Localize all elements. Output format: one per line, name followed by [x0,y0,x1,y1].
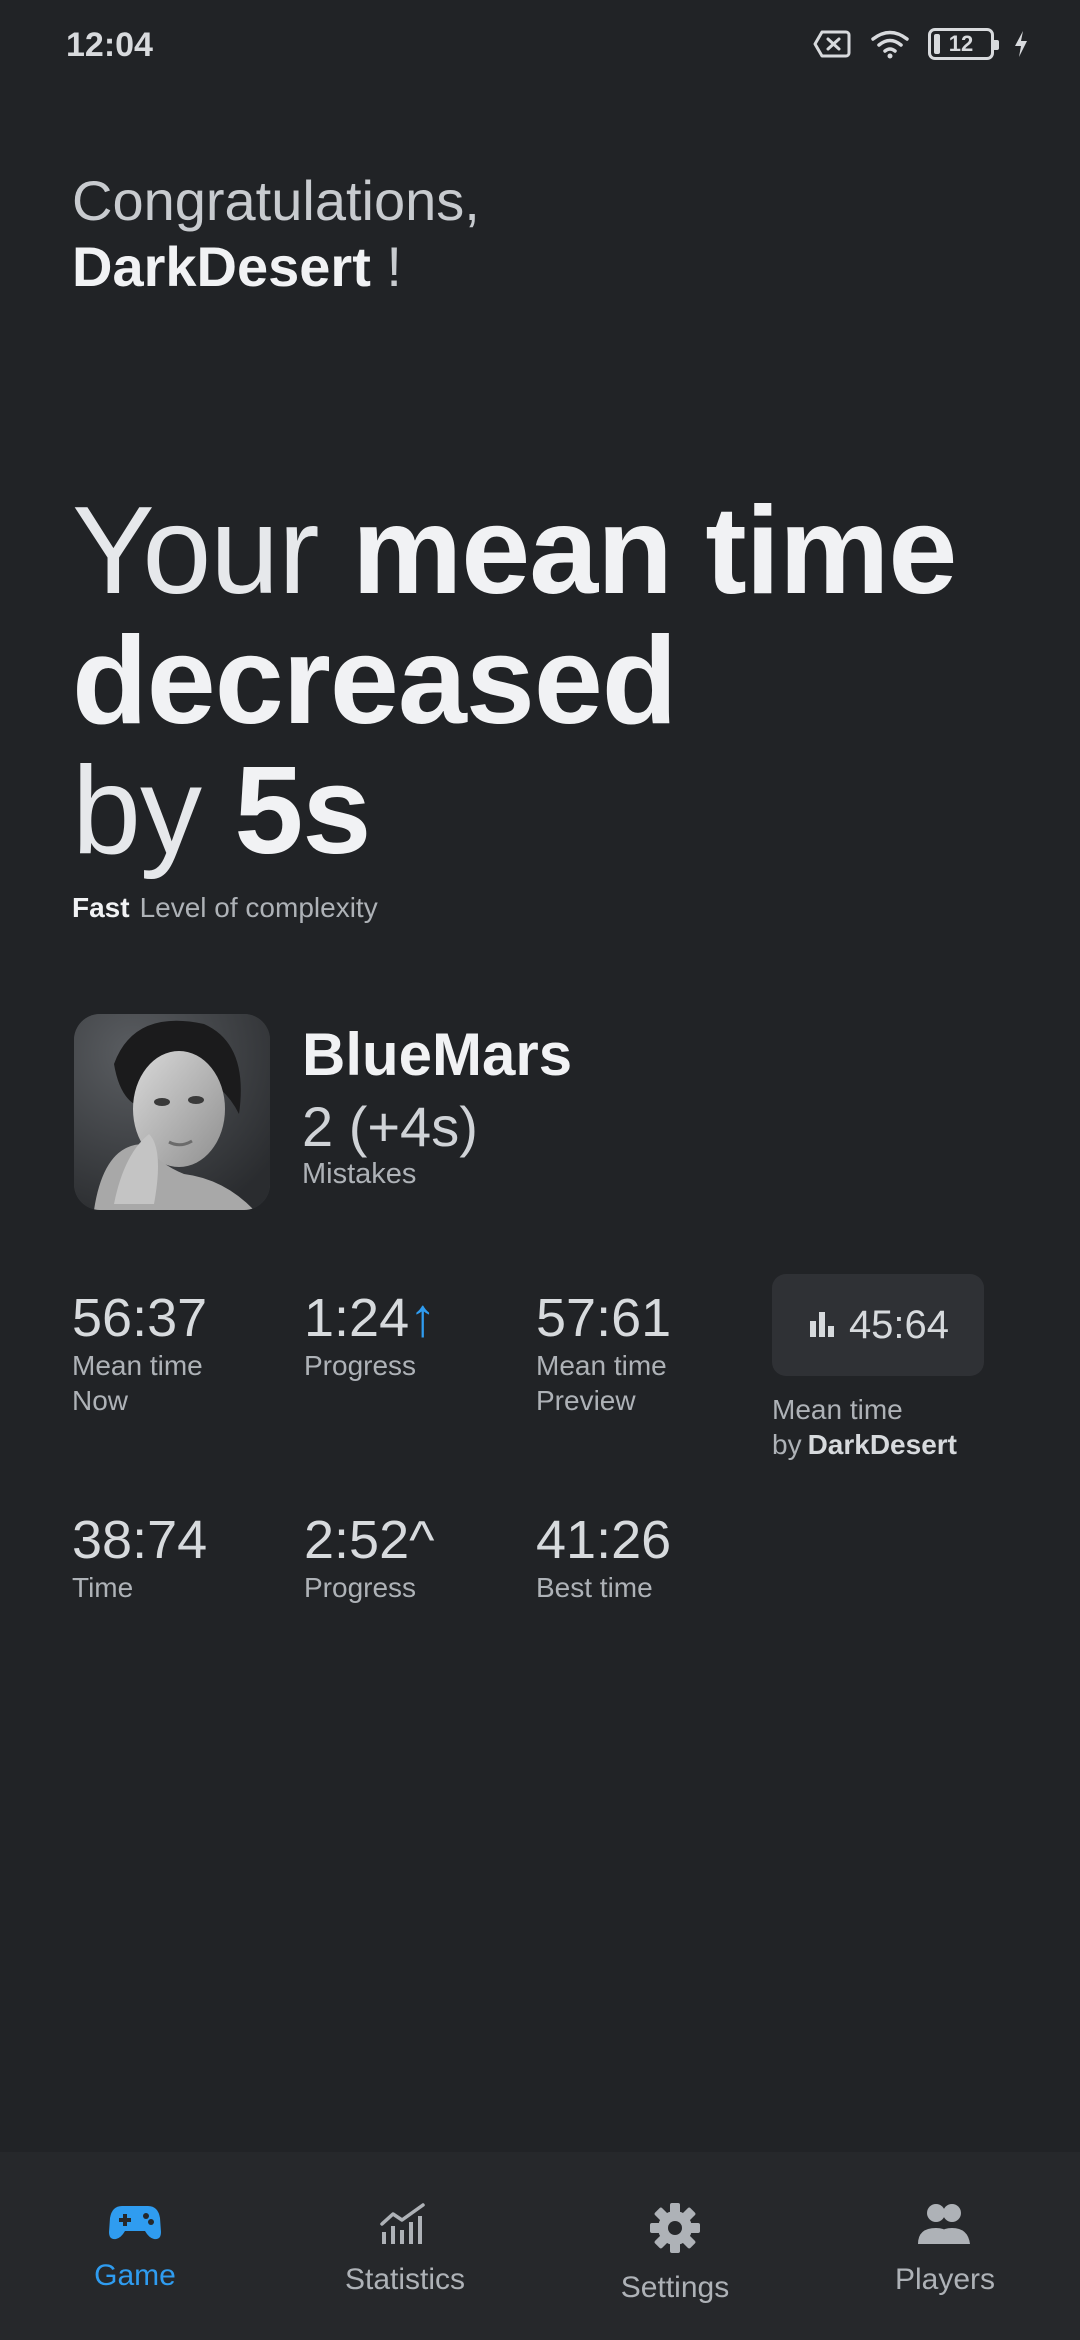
stat-progress-1: 1:24↑ Progress [304,1288,436,1383]
status-bar: 12:04 12 [0,0,1080,96]
stat-best-time-value: 41:26 [536,1510,672,1570]
mean-time-card-value: 45:64 [848,1302,950,1347]
stat-mean-preview: 57:61 Mean time Preview [536,1288,671,1418]
stat-mean-now-label: Mean time [72,1350,203,1381]
stat-progress-2-value: 2:52^ [304,1510,435,1570]
gear-icon [649,2202,701,2259]
stat-progress-1-label: Progress [304,1350,417,1381]
nav-label-game: Game [94,2259,176,2292]
greeting-user-name: DarkDesert [72,235,371,298]
headline-word-mean-time: mean time [352,482,957,620]
bottom-nav: Game Statistics Settings Players [0,2152,1080,2340]
headline-word-decreased: decreased [72,612,678,750]
mean-time-by: Mean time by DarkDesert [772,1392,957,1462]
battery-level: 12 [948,31,974,56]
battery-icon: 12 [928,28,999,60]
nav-label-settings: Settings [620,2271,730,2304]
status-icons: 12 [812,28,1030,60]
mean-time-by-name: DarkDesert [807,1429,957,1460]
bar-chart-icon [807,1308,837,1343]
complexity-level: Fast [72,892,130,923]
stat-mean-now: 56:37 Mean time Now [72,1288,207,1418]
stat-progress-1-value: 1:24 [304,1288,410,1348]
greeting-line: Congratulations, [72,169,480,232]
mean-time-by-label: Mean time [772,1394,903,1425]
greeting: Congratulations, DarkDesert ! [72,168,480,300]
nav-item-statistics[interactable]: Statistics [270,2152,540,2340]
charging-icon [1012,29,1030,59]
headline-delta: 5s [234,742,371,880]
headline: Your mean time decreased by 5s [72,486,957,876]
stat-best-time: 41:26 Best time [536,1510,671,1605]
headline-word-your: Your [72,482,352,620]
nav-label-players: Players [894,2263,996,2296]
arrow-up-icon: ↑ [409,1288,437,1348]
stat-mean-now-sublabel: Now [72,1385,129,1416]
headline-word-by: by [72,742,235,880]
people-icon [916,2202,974,2251]
greeting-suffix: ! [370,235,402,298]
stat-progress-2: 2:52^ Progress [304,1510,434,1605]
player-avatar [74,1014,270,1210]
stat-time-value: 38:74 [72,1510,208,1570]
nav-item-settings[interactable]: Settings [540,2152,810,2340]
nav-item-players[interactable]: Players [810,2152,1080,2340]
complexity-line: Fast Level of complexity [72,892,378,924]
stat-mean-now-value: 56:37 [72,1288,208,1348]
player-name: BlueMars [302,1021,573,1088]
mistakes-label: Mistakes [302,1158,417,1190]
no-sim-icon [812,29,852,59]
nav-item-game[interactable]: Game [0,2152,270,2340]
screen: 12:04 12 Congratulations, DarkDesert ! Y… [0,0,1080,2340]
stat-time: 38:74 Time [72,1510,207,1605]
mistakes-value: 2 (+4s) [302,1095,478,1158]
stat-mean-preview-sublabel: Preview [536,1385,636,1416]
statistics-icon [379,2202,431,2251]
stat-best-time-label: Best time [536,1572,653,1603]
mean-time-by-prefix: by [772,1429,802,1460]
mean-time-card[interactable]: 45:64 [772,1274,984,1376]
stat-mean-preview-label: Mean time [536,1350,667,1381]
complexity-label: Level of complexity [139,892,378,923]
stat-progress-2-label: Progress [304,1572,417,1603]
stat-time-label: Time [72,1572,134,1603]
nav-label-statistics: Statistics [344,2263,466,2296]
status-time: 12:04 [66,26,153,64]
gamepad-icon [108,2202,162,2247]
wifi-icon [870,29,910,59]
stat-mean-preview-value: 57:61 [536,1288,672,1348]
